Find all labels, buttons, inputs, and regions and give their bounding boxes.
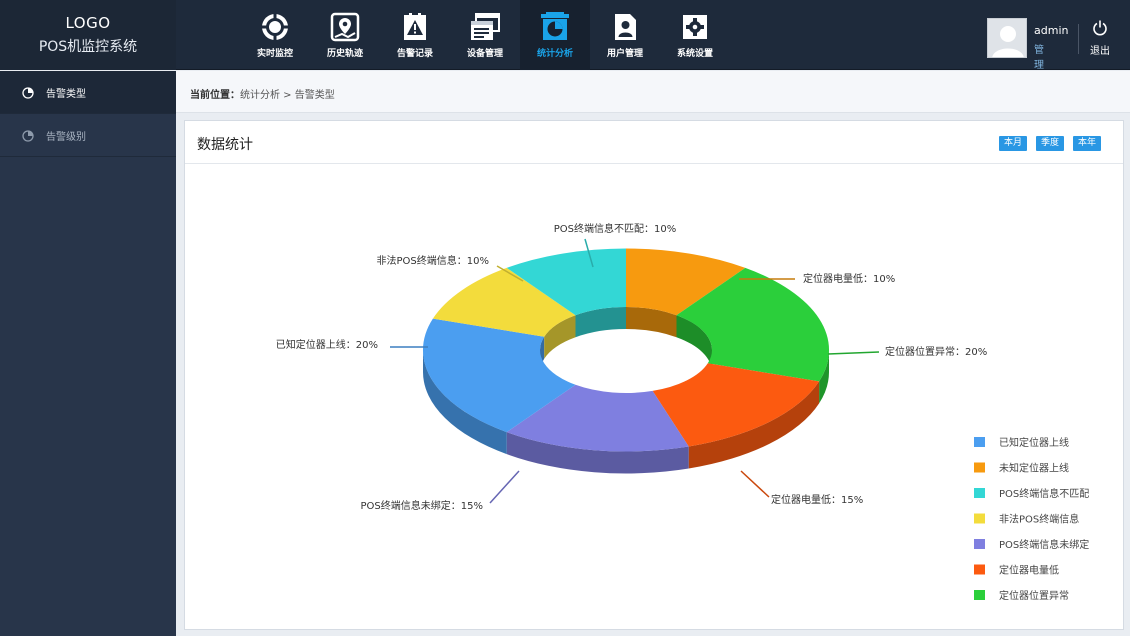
legend-label-5: 定位器电量低 (999, 564, 1059, 577)
callout-line-2 (740, 470, 770, 498)
logout-button[interactable]: 退出 (1086, 20, 1114, 57)
main-nav: 实时监控 历史轨迹 告警记录 设备管理 统计分析 用户管理 系统设置 (240, 0, 730, 70)
sidebar-item-label: 告警类型 (46, 89, 86, 100)
sidebar-item-alarm-level[interactable]: 告警级别 (0, 114, 176, 157)
legend-swatch-1 (974, 462, 985, 473)
nav-item-realtime-monitor[interactable]: 实时监控 (240, 0, 310, 70)
legend-label-1: 未知定位器上线 (999, 462, 1069, 475)
crosshair-target-icon (261, 13, 289, 41)
nav-item-alarm-records[interactable]: 告警记录 (380, 0, 450, 70)
username: admin (1034, 24, 1069, 37)
nav-item-user-management[interactable]: 用户管理 (590, 0, 660, 70)
power-icon (1093, 20, 1107, 36)
legend-label-0: 已知定位器上线 (999, 436, 1069, 449)
nav-item-device-management[interactable]: 设备管理 (450, 0, 520, 70)
system-name: POS机监控系统 (38, 39, 138, 55)
nav-item-statistics[interactable]: 统计分析 (520, 0, 590, 70)
logo: LOGO (65, 14, 111, 32)
nav-label: 用户管理 (606, 49, 643, 59)
nav-label: 统计分析 (536, 49, 573, 59)
logout-label: 退出 (1090, 46, 1110, 57)
avatar[interactable] (987, 18, 1027, 58)
nav-label: 系统设置 (676, 49, 713, 59)
nav-item-system-settings[interactable]: 系统设置 (660, 0, 730, 70)
callout-label-0: 定位器电量低：10% (803, 272, 895, 285)
pie-chart-icon (22, 130, 34, 142)
top-bar: LOGO POS机监控系统 实时监控 历史轨迹 告警记录 设备管理 统计分析 用… (0, 0, 1130, 86)
callout-label-6: POS终端信息不匹配：10% (554, 222, 676, 235)
device-windows-icon (471, 13, 500, 40)
callout-label-4: 已知定位器上线：20% (276, 338, 378, 351)
callout-label-3: POS终端信息未绑定：15% (361, 499, 483, 512)
legend-label-4: POS终端信息未绑定 (999, 538, 1089, 551)
callout-label-2: 定位器电量低：15% (771, 493, 863, 506)
legend-swatch-5 (974, 564, 985, 575)
pie-chart-icon (22, 87, 34, 99)
breadcrumb: 当前位置：统计分析 > 告警类型 (176, 71, 1130, 113)
logo-block: LOGO POS机监控系统 (0, 0, 176, 70)
sidebar-item-label: 告警级别 (46, 132, 86, 143)
user-silhouette-icon (992, 26, 1024, 57)
user-card-icon (615, 14, 636, 40)
map-pin-route-icon (330, 12, 360, 42)
legend-swatch-2 (974, 488, 985, 498)
legend-swatch-3 (974, 513, 985, 524)
callout-label-5: 非法POS终端信息：10% (377, 254, 489, 267)
nav-label: 设备管理 (466, 49, 503, 59)
nav-label: 实时监控 (256, 49, 293, 59)
nav-label: 告警记录 (396, 49, 433, 59)
warning-triangle-icon (404, 13, 426, 40)
nav-label: 历史轨迹 (326, 49, 363, 59)
statistics-panel: 数据统计 本月 季度 本年 定位器电量低：10% 定位器位置异常：20% 定位器电量… (184, 120, 1124, 630)
legend-label-3: 非法POS终端信息 (999, 513, 1079, 526)
legend-swatch-6 (974, 590, 985, 600)
legend-swatch-4 (974, 539, 985, 549)
donut-chart: 定位器电量低：10% 定位器位置异常：20% 定位器电量低：15% POS终端信息未绑… (276, 222, 1089, 602)
divider (1078, 24, 1079, 54)
sidebar-item-alarm-type[interactable]: 告警类型 (0, 71, 176, 114)
legend-swatch-0 (974, 437, 985, 447)
pie-chart-icon (541, 12, 569, 40)
sidebar: 告警类型 告警级别 (0, 71, 176, 636)
breadcrumb-prefix: 当前位置： (190, 90, 240, 101)
gear-settings-icon (683, 15, 707, 39)
legend-label-2: POS终端信息不匹配 (999, 487, 1089, 500)
callout-label-1: 定位器位置异常：20% (885, 345, 987, 358)
nav-item-history-track[interactable]: 历史轨迹 (310, 0, 380, 70)
legend-label-6: 定位器位置异常 (999, 589, 1069, 602)
callout-line-3 (489, 470, 520, 504)
callout-line-1 (827, 351, 880, 355)
breadcrumb-path: 统计分析 > 告警类型 (240, 90, 335, 101)
